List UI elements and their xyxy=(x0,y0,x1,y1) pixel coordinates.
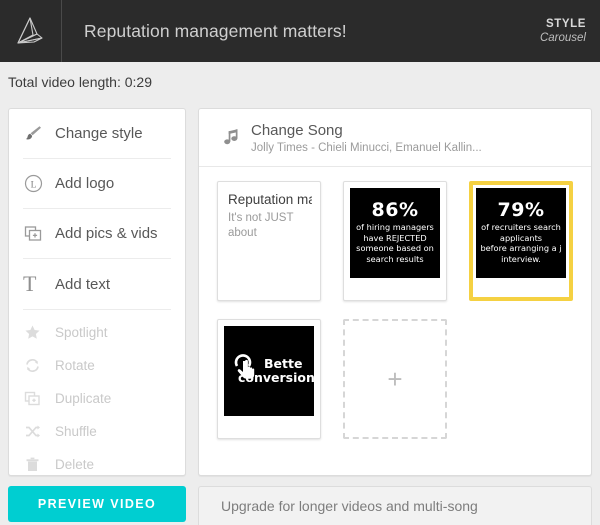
card-heading: Reputation managemer xyxy=(228,192,312,207)
sidebar-label: Add logo xyxy=(55,175,115,192)
app-root: Reputation management matters! STYLE Car… xyxy=(0,0,600,525)
photo-percent: 79% xyxy=(497,198,545,221)
storyboard-panel: Change Song Jolly Times - Chieli Minucci… xyxy=(198,108,592,476)
card-subtext: It's not JUST about xyxy=(228,211,294,239)
card-photo: Bette conversion xyxy=(224,326,314,416)
storyboard-card-photo-79[interactable]: 79% of recruiters search applicants befo… xyxy=(469,181,573,301)
card-text-body: Reputation managemer It's not JUST about xyxy=(224,188,314,241)
photo-caption: 86% of hiring managers have REJECTED som… xyxy=(356,198,434,265)
paintbrush-icon xyxy=(23,123,55,144)
app-logo[interactable] xyxy=(0,0,62,62)
photo-percent: 86% xyxy=(371,198,419,221)
photo-lines: of hiring managers have REJECTED someone… xyxy=(356,221,434,265)
sidebar-label: Change style xyxy=(55,125,143,142)
top-bar: Reputation management matters! STYLE Car… xyxy=(0,0,600,62)
rotate-icon xyxy=(23,356,55,375)
sidebar-label: Spotlight xyxy=(55,325,108,340)
style-indicator[interactable]: STYLE Carousel xyxy=(540,0,600,62)
card-photo: 86% of hiring managers have REJECTED som… xyxy=(350,188,440,278)
svg-text:L: L xyxy=(31,181,37,191)
sidebar-item-spotlight[interactable]: Spotlight xyxy=(23,316,171,349)
style-label: STYLE xyxy=(545,18,586,30)
video-length-bar: Total video length: 0:29 xyxy=(0,62,600,102)
change-song-label: Change Song xyxy=(251,121,343,139)
total-video-length-text: Total video length: 0:29 xyxy=(8,74,152,90)
photo-conv-layout: Bette conversion xyxy=(224,326,314,416)
sidebar-label: Delete xyxy=(55,457,95,472)
shuffle-icon xyxy=(23,422,55,441)
project-title: Reputation management matters! xyxy=(84,20,347,41)
circled-l-icon: L xyxy=(23,173,55,194)
conv-word-2: conversion xyxy=(238,370,314,385)
conv-word-1: Bette xyxy=(264,355,303,371)
upgrade-text: Upgrade for longer videos and multi-song xyxy=(221,498,478,514)
song-text-block: Change Song Jolly Times - Chieli Minucci… xyxy=(251,122,482,154)
preview-video-button[interactable]: PREVIEW VIDEO xyxy=(8,486,186,522)
text-t-icon: T xyxy=(23,271,37,296)
sidebar-label: Add pics & vids xyxy=(55,225,158,242)
tools-sidebar: Change style L Add logo Add pics & vids xyxy=(8,108,186,476)
music-note-icon xyxy=(211,126,251,149)
current-song-name: Jolly Times - Chieli Minucci, Emanuel Ka… xyxy=(251,141,482,154)
change-song-row[interactable]: Change Song Jolly Times - Chieli Minucci… xyxy=(199,109,591,167)
photo-lines: of recruiters search applicants before a… xyxy=(480,221,562,265)
sidebar-item-add-logo[interactable]: L Add logo xyxy=(23,159,171,209)
sidebar-item-change-style[interactable]: Change style xyxy=(23,109,171,159)
storyboard-card-photo-conversions[interactable]: Bette conversion xyxy=(217,319,321,439)
duplicate-icon xyxy=(23,389,55,408)
animoto-fan-logo-icon xyxy=(14,14,48,48)
photo-conv-words: Bette conversion xyxy=(238,355,314,386)
trash-icon xyxy=(23,455,55,474)
plus-icon: + xyxy=(387,364,403,394)
sidebar-label: Rotate xyxy=(55,358,95,373)
sidebar-label: Duplicate xyxy=(55,391,112,406)
sidebar-item-add-text[interactable]: T Add text xyxy=(23,259,171,309)
storyboard-card-text[interactable]: Reputation managemer It's not JUST about xyxy=(217,181,321,301)
card-photo: 79% of recruiters search applicants befo… xyxy=(476,188,566,278)
storyboard-card-photo-86[interactable]: 86% of hiring managers have REJECTED som… xyxy=(343,181,447,301)
sidebar-item-shuffle[interactable]: Shuffle xyxy=(23,415,171,448)
sidebar-item-rotate[interactable]: Rotate xyxy=(23,349,171,382)
add-media-icon xyxy=(23,223,55,244)
sidebar-item-delete[interactable]: Delete xyxy=(23,448,171,481)
style-value: Carousel xyxy=(539,32,586,44)
sidebar-label: Shuffle xyxy=(55,424,97,439)
photo-caption: 79% of recruiters search applicants befo… xyxy=(480,198,562,265)
sidebar-item-duplicate[interactable]: Duplicate xyxy=(23,382,171,415)
storyboard-cards: Reputation managemer It's not JUST about… xyxy=(199,167,591,439)
sidebar-divider xyxy=(23,309,171,310)
upgrade-bar[interactable]: Upgrade for longer videos and multi-song xyxy=(198,486,592,525)
add-card-slot[interactable]: + xyxy=(343,319,447,439)
sidebar-item-add-pics-vids[interactable]: Add pics & vids xyxy=(23,209,171,259)
star-icon xyxy=(23,323,55,342)
sidebar-label: Add text xyxy=(55,275,111,293)
